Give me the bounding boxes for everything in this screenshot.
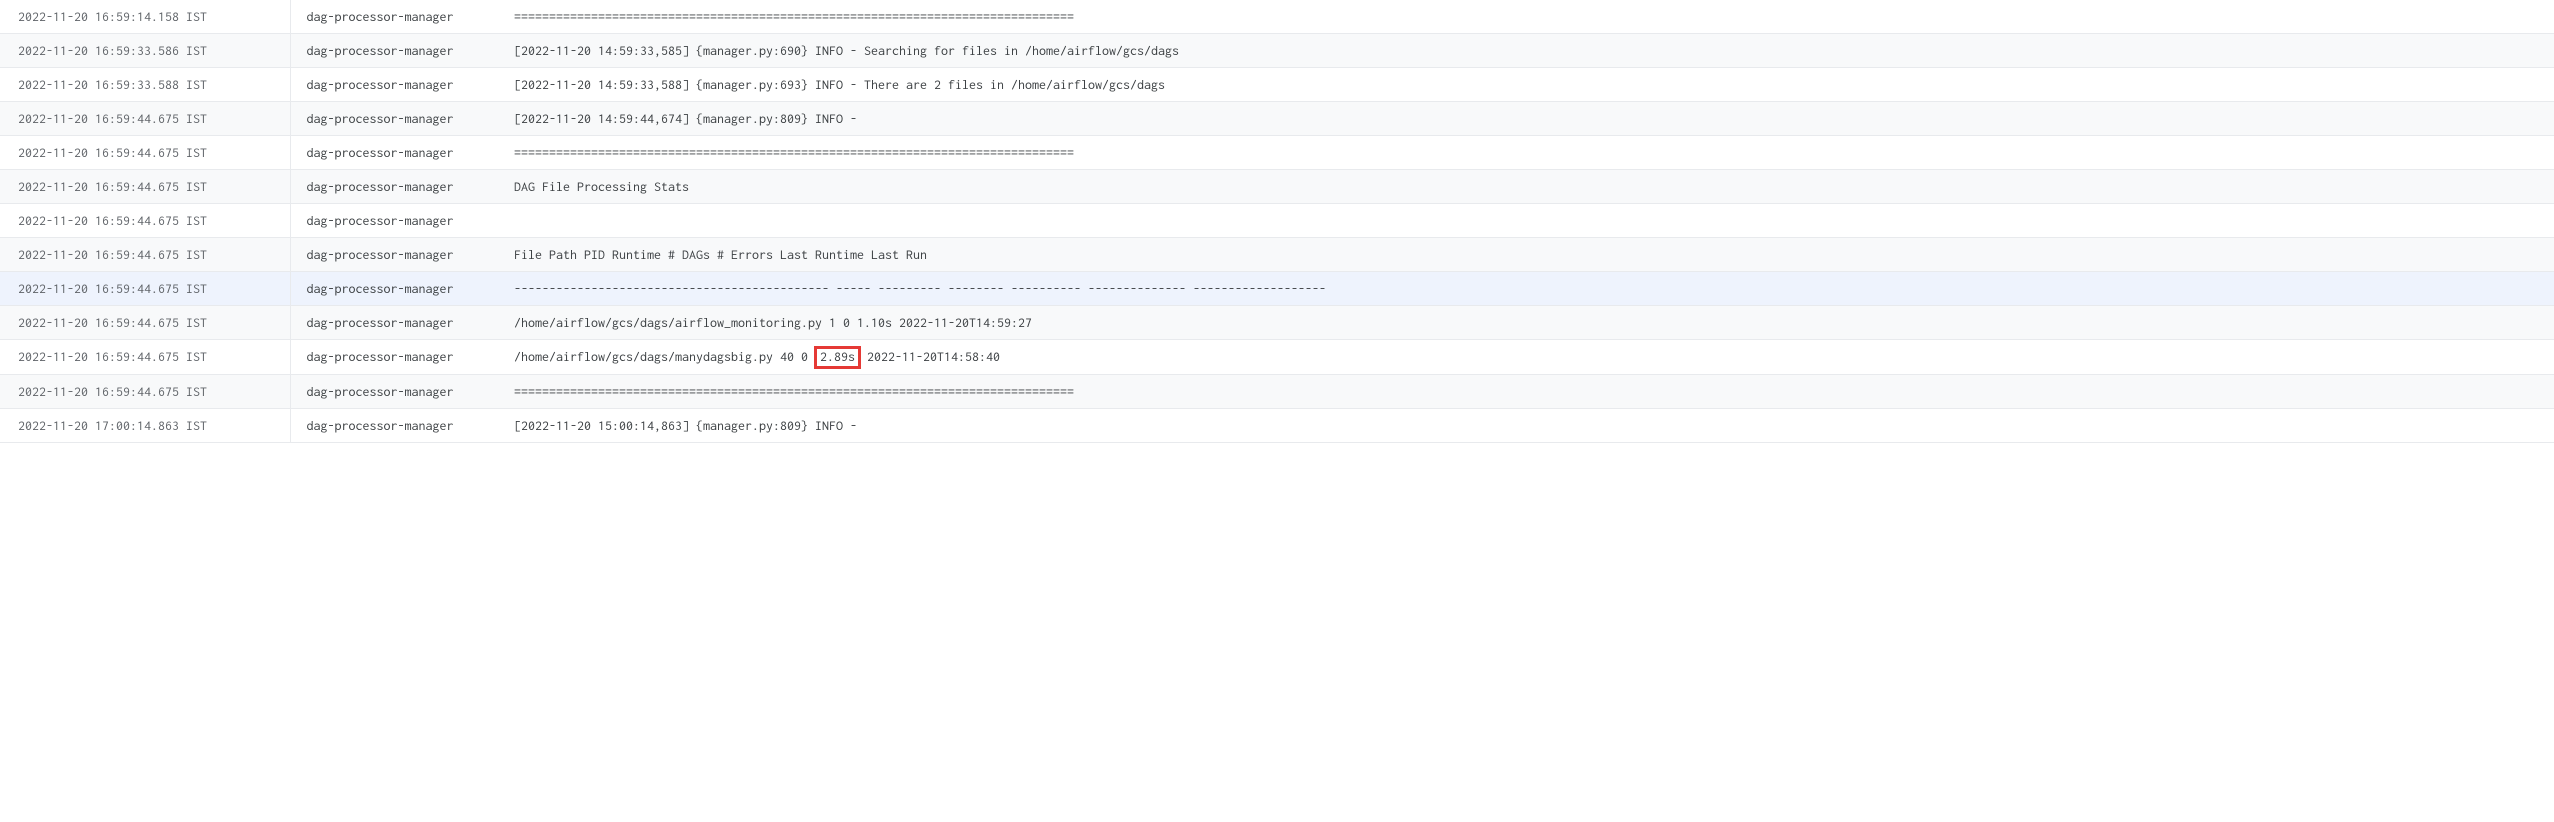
log-message: DAG File Processing Stats	[510, 170, 2554, 204]
log-row[interactable]: 2022-11-20 16:59:44.675 ISTdag-processor…	[0, 238, 2554, 272]
log-message: ========================================…	[510, 136, 2554, 170]
log-source: dag-processor-manager	[290, 102, 510, 136]
log-source: dag-processor-manager	[290, 170, 510, 204]
log-source: dag-processor-manager	[290, 238, 510, 272]
log-message: ========================================…	[510, 0, 2554, 34]
log-timestamp: 2022-11-20 17:00:14.863 IST	[0, 409, 290, 443]
log-source: dag-processor-manager	[290, 306, 510, 340]
log-timestamp: 2022-11-20 16:59:44.675 IST	[0, 375, 290, 409]
log-source: dag-processor-manager	[290, 68, 510, 102]
log-row[interactable]: 2022-11-20 16:59:44.675 ISTdag-processor…	[0, 340, 2554, 375]
log-source: dag-processor-manager	[290, 34, 510, 68]
log-source: dag-processor-manager	[290, 272, 510, 306]
log-timestamp: 2022-11-20 16:59:44.675 IST	[0, 238, 290, 272]
log-row[interactable]: 2022-11-20 16:59:44.675 ISTdag-processor…	[0, 375, 2554, 409]
log-timestamp: 2022-11-20 16:59:44.675 IST	[0, 204, 290, 238]
log-row[interactable]: 2022-11-20 16:59:44.675 ISTdag-processor…	[0, 102, 2554, 136]
highlight-annotation: 2.89s	[814, 346, 861, 369]
log-row[interactable]: 2022-11-20 16:59:44.675 ISTdag-processor…	[0, 272, 2554, 306]
log-timestamp: 2022-11-20 16:59:44.675 IST	[0, 102, 290, 136]
log-message: /home/airflow/gcs/dags/airflow_monitorin…	[510, 306, 2554, 340]
log-message	[510, 204, 2554, 238]
log-timestamp: 2022-11-20 16:59:33.588 IST	[0, 68, 290, 102]
log-message: /home/airflow/gcs/dags/manydagsbig.py 40…	[510, 340, 2554, 375]
log-source: dag-processor-manager	[290, 409, 510, 443]
log-timestamp: 2022-11-20 16:59:44.675 IST	[0, 136, 290, 170]
log-source: dag-processor-manager	[290, 375, 510, 409]
log-timestamp: 2022-11-20 16:59:44.675 IST	[0, 306, 290, 340]
log-message: ----------------------------------------…	[510, 272, 2554, 306]
log-message-text: /home/airflow/gcs/dags/manydagsbig.py 40…	[514, 349, 815, 364]
log-timestamp: 2022-11-20 16:59:44.675 IST	[0, 272, 290, 306]
log-table: 2022-11-20 16:59:14.158 ISTdag-processor…	[0, 0, 2554, 443]
log-row[interactable]: 2022-11-20 16:59:14.158 ISTdag-processor…	[0, 0, 2554, 34]
log-message: [2022-11-20 15:00:14,863] {manager.py:80…	[510, 409, 2554, 443]
log-row[interactable]: 2022-11-20 16:59:33.588 ISTdag-processor…	[0, 68, 2554, 102]
log-timestamp: 2022-11-20 16:59:14.158 IST	[0, 0, 290, 34]
log-message: [2022-11-20 14:59:33,588] {manager.py:69…	[510, 68, 2554, 102]
log-message-text: 2022-11-20T14:58:40	[860, 349, 1000, 364]
log-source: dag-processor-manager	[290, 340, 510, 375]
log-row[interactable]: 2022-11-20 16:59:44.675 ISTdag-processor…	[0, 306, 2554, 340]
log-source: dag-processor-manager	[290, 204, 510, 238]
log-row[interactable]: 2022-11-20 16:59:44.675 ISTdag-processor…	[0, 170, 2554, 204]
log-message: [2022-11-20 14:59:44,674] {manager.py:80…	[510, 102, 2554, 136]
log-message: [2022-11-20 14:59:33,585] {manager.py:69…	[510, 34, 2554, 68]
log-message: File Path PID Runtime # DAGs # Errors La…	[510, 238, 2554, 272]
log-row[interactable]: 2022-11-20 16:59:44.675 ISTdag-processor…	[0, 204, 2554, 238]
log-message: ========================================…	[510, 375, 2554, 409]
log-timestamp: 2022-11-20 16:59:44.675 IST	[0, 170, 290, 204]
log-row[interactable]: 2022-11-20 16:59:44.675 ISTdag-processor…	[0, 136, 2554, 170]
log-row[interactable]: 2022-11-20 16:59:33.586 ISTdag-processor…	[0, 34, 2554, 68]
log-timestamp: 2022-11-20 16:59:44.675 IST	[0, 340, 290, 375]
log-source: dag-processor-manager	[290, 136, 510, 170]
log-timestamp: 2022-11-20 16:59:33.586 IST	[0, 34, 290, 68]
log-row[interactable]: 2022-11-20 17:00:14.863 ISTdag-processor…	[0, 409, 2554, 443]
log-source: dag-processor-manager	[290, 0, 510, 34]
